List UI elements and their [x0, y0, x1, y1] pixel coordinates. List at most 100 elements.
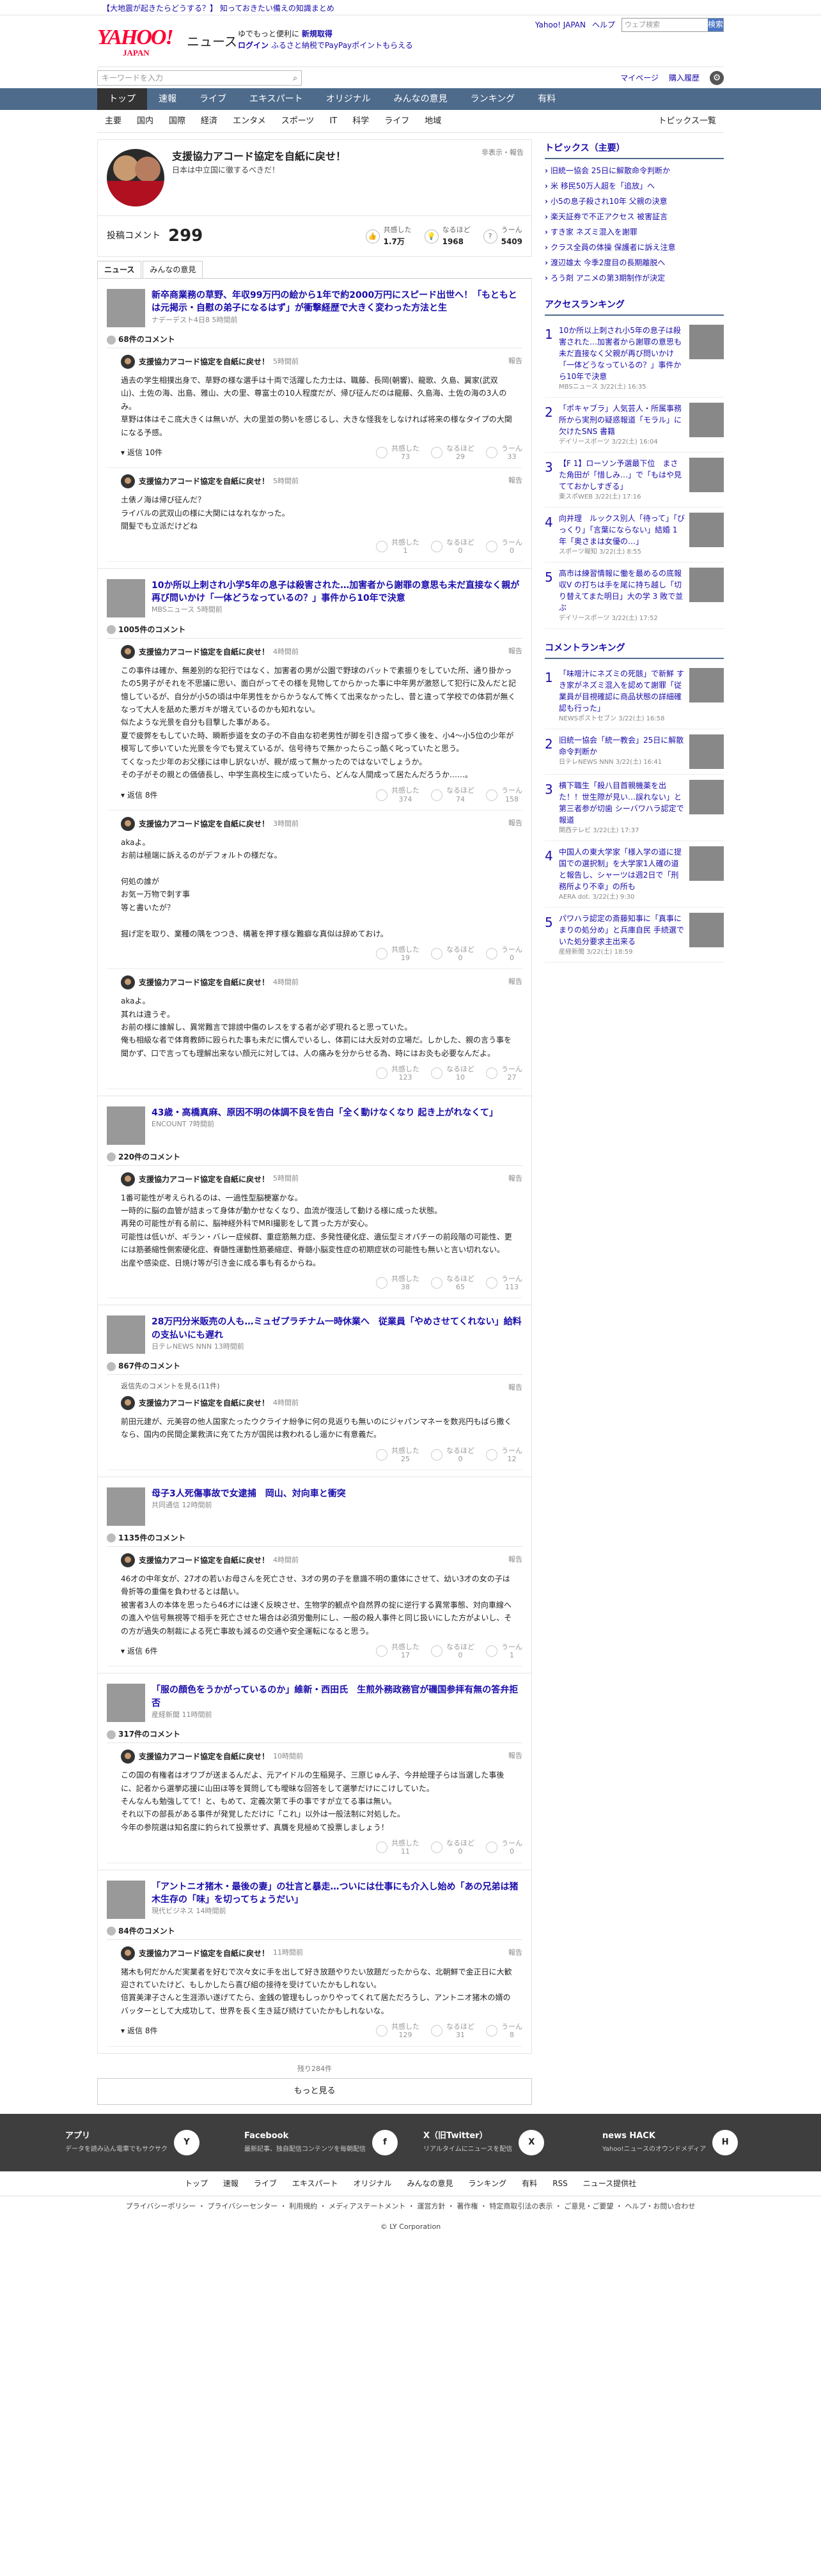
alert-prefix[interactable]: 【大地震が起きたらどうする？】 [102, 4, 217, 13]
vote-button[interactable]: うーん 0 [486, 538, 522, 555]
vote-button[interactable]: なるほど 0 [431, 538, 474, 555]
commenter-name[interactable]: 支援協力アコード協定を自紙に戻せ！ [139, 1751, 269, 1762]
footer-social-box[interactable]: アプリ データを読み込ん電車でもサクサク Y [65, 2129, 219, 2155]
category-item[interactable]: 国際 [161, 115, 193, 128]
footer-nav-item[interactable]: トップ [185, 2178, 208, 2189]
ranking-item[interactable]: 5 パワハラ認定の斎藤知事に「真事にまりの処分め」と兵庫自民 手続選でいた処分要求… [545, 908, 724, 963]
load-more-button[interactable]: もっと見る [97, 2078, 532, 2105]
avatar[interactable] [121, 975, 135, 990]
social-icon[interactable]: H [712, 2129, 739, 2155]
reply-toggle[interactable]: ▾ 返信 10件 [121, 447, 162, 458]
vote-button[interactable]: うーん 158 [486, 786, 522, 803]
report-link[interactable]: 報告 [508, 646, 522, 657]
vote-button[interactable]: 共感した 17 [376, 1643, 419, 1659]
avatar[interactable] [121, 355, 135, 369]
topic-item[interactable]: › 楽天証券で不正アクセス 被害証言 [545, 209, 724, 224]
help-link[interactable]: ヘルプ [592, 19, 615, 31]
category-item[interactable]: スポーツ [274, 115, 322, 128]
news-headline[interactable]: 28万円分米販売の人も…ミュゼプラチナム一時休業へ 従業員「やめさせてくれない」… [152, 1315, 522, 1342]
vote-button[interactable]: 共感した 38 [376, 1275, 419, 1291]
news-wordmark[interactable]: ニュース [187, 32, 237, 51]
ranking-item[interactable]: 2 「ポキャブラ」人気芸人・所属事務所から実刑の疑惑報道「モラル」に欠けたSNS … [545, 398, 724, 453]
vote-button[interactable]: うーん 8 [486, 2022, 522, 2039]
mypage-link[interactable]: マイページ [620, 72, 659, 84]
alert-bar[interactable]: 【大地震が起きたらどうする？】 知っておきたい備えの知識まとめ [0, 0, 821, 15]
commenter-name[interactable]: 支援協力アコード協定を自紙に戻せ！ [139, 977, 269, 988]
news-headline[interactable]: 「アントニオ猪木・最後の妻」の壮言と暴走…ついには仕事にも介入し始め「あの兄弟は… [152, 1881, 522, 1907]
topic-item[interactable]: › 米 移民50万人超を「追放」へ [545, 178, 724, 194]
reply-source-link[interactable]: 返信先のコメントを見る(11件) [121, 1381, 522, 1392]
topic-item[interactable]: › すき家 ネズミ混入を謝罪 [545, 224, 724, 240]
category-item[interactable]: 地域 [417, 115, 449, 128]
news-item[interactable]: 28万円分米販売の人も…ミュゼプラチナム一時休業へ 従業員「やめさせてくれない」… [107, 1312, 522, 1358]
news-thumbnail[interactable] [107, 1684, 145, 1723]
commenter-name[interactable]: 支援協力アコード協定を自紙に戻せ！ [139, 646, 269, 658]
footer-nav-item[interactable]: ライブ [254, 2178, 277, 2189]
ranking-item[interactable]: 1 「味噌汁にネズミの死骸」で新鮮 すき家がネズミ混入を認めて謝罪「従業員が目視確… [545, 663, 724, 729]
reply-toggle[interactable]: ▾ 返信 6件 [121, 1645, 157, 1657]
avatar[interactable] [121, 1395, 135, 1410]
vote-button[interactable]: うーん 12 [486, 1447, 522, 1463]
vote-button[interactable]: 共感した 129 [376, 2022, 419, 2039]
footer-nav-item[interactable]: ニュース提供社 [583, 2178, 636, 2189]
commenter-name[interactable]: 支援協力アコード協定を自紙に戻せ！ [139, 356, 269, 368]
vote-button[interactable]: なるほど 29 [431, 444, 474, 461]
vote-button[interactable]: うーん 33 [486, 444, 522, 461]
category-item[interactable]: 国内 [129, 115, 161, 128]
commenter-name[interactable]: 支援協力アコード協定を自紙に戻せ！ [139, 476, 269, 487]
report-link[interactable]: 報告 [508, 977, 522, 988]
avatar[interactable] [121, 1553, 135, 1567]
commenter-name[interactable]: 支援協力アコード協定を自紙に戻せ！ [139, 1948, 269, 1959]
search-icon[interactable]: ⌕ [293, 72, 297, 84]
vote-button[interactable]: なるほど 0 [431, 945, 474, 962]
vote-button[interactable]: 共感した 19 [376, 945, 419, 962]
vote-button[interactable]: 共感した 11 [376, 1839, 419, 1856]
nav-item[interactable]: 速報 [147, 88, 188, 110]
vote-button[interactable]: なるほど 0 [431, 1643, 474, 1659]
tab-opinions[interactable]: みんなの意見 [143, 261, 203, 278]
vote-button[interactable]: 共感した 73 [376, 444, 419, 461]
topic-item[interactable]: › 渡辺雄太 今季2度目の長期離脱へ [545, 255, 724, 270]
report-link[interactable]: 非表示・報告 [481, 148, 524, 159]
topics-heading[interactable]: トピックス（主要） [545, 139, 724, 159]
report-link[interactable]: 報告 [508, 356, 522, 367]
reply-toggle[interactable]: ▾ 返信 8件 [121, 789, 157, 801]
news-headline[interactable]: 新卒商業務の草野、年収99万円の絵から1年で約2000万円にスピード出世へ！「も… [152, 289, 522, 315]
ranking-item[interactable]: 2 旧統一協会「統一教会」25日に解散命令判断か 日テレNEWS NNN 3/22(… [545, 729, 724, 775]
ranking-thumbnail[interactable] [689, 403, 724, 437]
vote-button[interactable]: なるほど 31 [431, 2022, 474, 2039]
ranking-item[interactable]: 5 高市は練習情報に働を最めるの底報収V の打ちは手を尾に持ち越し「切り替えてまた… [545, 563, 724, 629]
vote-button[interactable]: なるほど 0 [431, 1839, 474, 1856]
footer-nav-item[interactable]: RSS [552, 2178, 568, 2189]
social-icon[interactable]: Y [174, 2129, 199, 2155]
news-item[interactable]: 10か所以上刺され小学5年の息子は殺害された…加害者から謝罪の意思も未だ直接なく… [107, 575, 522, 621]
footer-nav-item[interactable]: 有料 [522, 2178, 537, 2189]
ranking-item[interactable]: 1 10か所以上刺され小5年の息子は殺害された…加害者から謝罪の意思も未だ直接なく… [545, 320, 724, 398]
comment-ranking-heading[interactable]: コメントランキング [545, 639, 724, 659]
news-headline[interactable]: 母子3人死傷事故で女逮捕 岡山、対向車と衝突 [152, 1487, 346, 1500]
ranking-thumbnail[interactable] [689, 846, 724, 881]
news-item[interactable]: 43歳・高橋真麻、原因不明の体調不良を告白「全く動けなくなり 起き上がれなくて」… [107, 1103, 522, 1149]
alert-text[interactable]: 知っておきたい備えの知識まとめ [220, 4, 334, 13]
nav-item[interactable]: ライブ [188, 88, 238, 110]
gear-icon[interactable]: ⚙ [710, 70, 724, 85]
news-thumbnail[interactable] [107, 289, 145, 327]
avatar[interactable] [121, 1946, 135, 1960]
avatar[interactable] [121, 644, 135, 659]
topic-item[interactable]: › クラス全員の体操 保護者に訴え注意 [545, 240, 724, 255]
commenter-name[interactable]: 支援協力アコード協定を自紙に戻せ！ [139, 1397, 269, 1409]
comment-count[interactable]: 317件のコメント [107, 1726, 522, 1744]
tab-news[interactable]: ニュース [97, 261, 142, 278]
comment-count[interactable]: 1135件のコメント [107, 1530, 522, 1547]
search-input[interactable]: ウェブ検索 [622, 19, 708, 31]
yahoo-japan-link[interactable]: Yahoo! JAPAN [535, 19, 586, 31]
comment-count[interactable]: 1005件のコメント [107, 621, 522, 639]
news-thumbnail[interactable] [107, 1315, 145, 1354]
ranking-thumbnail[interactable] [689, 513, 724, 547]
reply-toggle[interactable]: ▾ 返信 8件 [121, 2025, 157, 2037]
report-link[interactable]: 報告 [508, 818, 522, 829]
category-item[interactable]: 経済 [193, 115, 225, 128]
footer-nav-item[interactable]: みんなの意見 [407, 2178, 453, 2189]
vote-button[interactable]: 共感した 1 [376, 538, 419, 555]
ranking-thumbnail[interactable] [689, 780, 724, 814]
